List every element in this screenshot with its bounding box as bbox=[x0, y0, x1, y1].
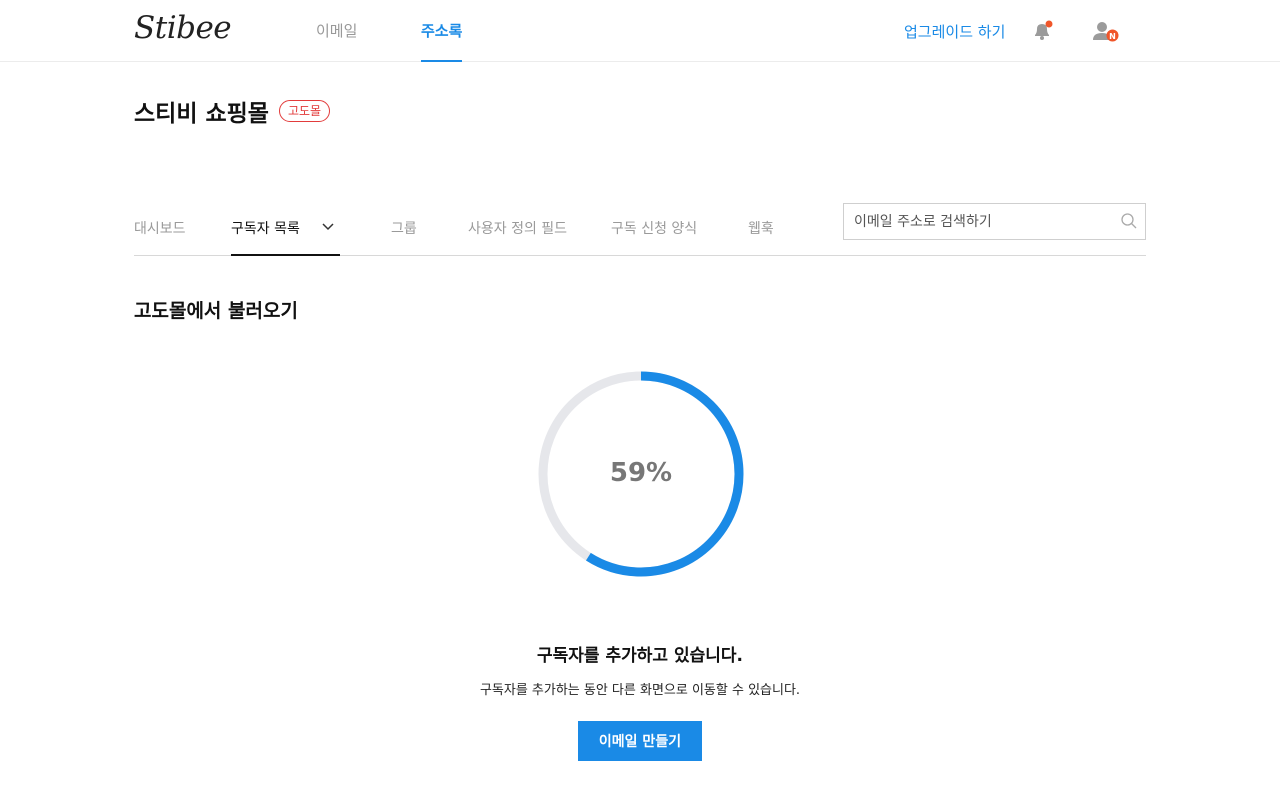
tab-subscriber-list-label: 구독자 목록 bbox=[231, 221, 300, 237]
tab-signup-forms[interactable]: 구독 신청 양식 bbox=[611, 218, 697, 256]
section-title: 고도몰에서 불러오기 bbox=[134, 300, 298, 322]
tab-groups[interactable]: 그룹 bbox=[391, 218, 417, 256]
search-box bbox=[843, 203, 1146, 240]
nav-address-book[interactable]: 주소록 bbox=[421, 20, 463, 62]
bell-icon[interactable] bbox=[1031, 20, 1053, 42]
top-bar: Stibee 이메일 주소록 업그레이드 하기 N bbox=[0, 0, 1280, 62]
progress-percent: 59% bbox=[609, 458, 673, 488]
status-sub-message: 구독자를 추가하는 동안 다른 화면으로 이동할 수 있습니다. bbox=[479, 683, 801, 698]
tab-subscriber-list[interactable]: 구독자 목록 bbox=[231, 218, 340, 256]
page-header: 스티비 쇼핑몰 고도몰 bbox=[134, 96, 331, 127]
tab-dashboard[interactable]: 대시보드 bbox=[134, 218, 186, 256]
search-input[interactable] bbox=[854, 204, 1114, 239]
logo[interactable]: Stibee bbox=[134, 10, 232, 46]
tab-webhooks[interactable]: 웹훅 bbox=[748, 218, 774, 256]
nav-email[interactable]: 이메일 bbox=[316, 20, 357, 62]
chevron-down-icon[interactable] bbox=[322, 220, 334, 232]
tab-custom-fields[interactable]: 사용자 정의 필드 bbox=[468, 218, 567, 256]
user-icon[interactable]: N bbox=[1092, 20, 1120, 44]
platform-badge: 고도몰 bbox=[278, 100, 331, 122]
create-email-button[interactable]: 이메일 만들기 bbox=[578, 721, 702, 761]
status-message: 구독자를 추가하고 있습니다. bbox=[537, 646, 743, 666]
page-title: 스티비 쇼핑몰 bbox=[134, 101, 269, 127]
user-notification-badge: N bbox=[1109, 32, 1116, 41]
search-icon[interactable] bbox=[1120, 212, 1138, 230]
upgrade-link[interactable]: 업그레이드 하기 bbox=[904, 21, 1005, 42]
